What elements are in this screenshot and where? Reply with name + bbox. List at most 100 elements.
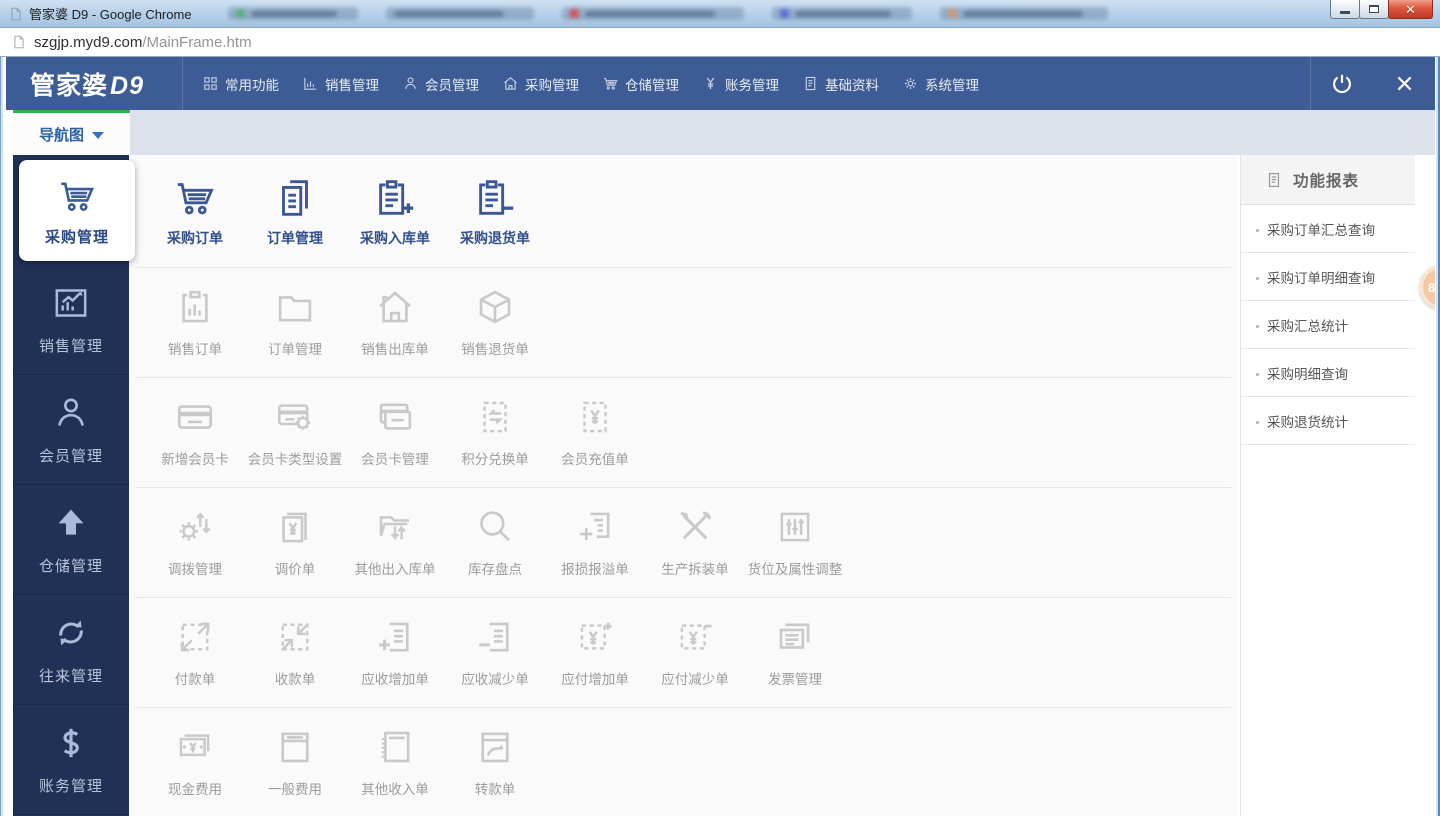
maximize-button[interactable] [1359,0,1389,19]
grid-row: 新增会员卡会员卡类型设置会员卡管理积分兑换单会员充值单 [129,377,1237,487]
reports-header: 功能报表 [1241,155,1415,205]
cart-icon [602,75,619,92]
grid-item[interactable]: 新增会员卡 [145,396,245,468]
report-link[interactable]: 采购明细查询 [1241,349,1415,397]
tab-navigation-map[interactable]: 导航图 [13,110,130,155]
nav-item-label: 会员管理 [425,74,479,94]
nav-item-yen[interactable]: 账务管理 [697,68,784,100]
magnifier-icon [474,506,516,548]
grid-item-label: 货位及属性调整 [748,558,843,578]
grid-item[interactable]: 采购入库单 [345,175,445,248]
grid-item[interactable]: 应收减少单 [445,616,545,688]
app-logo: 管家婆D9 [30,66,144,102]
grid-item-label: 订单管理 [268,338,322,358]
grid-item[interactable]: 应付减少单 [645,616,745,688]
grid-item[interactable]: 积分兑换单 [445,396,545,468]
module-sidebar: 采购管理销售管理会员管理仓储管理往来管理账务管理 [13,155,129,816]
close-window-button[interactable]: ✕ [1388,0,1433,19]
nav-item-label: 基础资料 [825,74,879,94]
arrowup-icon [51,503,91,543]
sidebar-item-arrowup[interactable]: 仓储管理 [13,485,129,595]
nav-item-person[interactable]: 会员管理 [397,68,484,100]
grid-item[interactable]: 订单管理 [245,286,345,358]
grid-item[interactable]: 会员充值单 [545,396,645,468]
floating-service-badge[interactable]: 81 [1420,265,1435,309]
folder-icon [274,286,316,328]
grid-item-label: 销售订单 [168,338,222,358]
logout-power-button[interactable] [1311,57,1373,110]
grid-item[interactable]: 会员卡管理 [345,396,445,468]
maximize-icon [1369,5,1379,13]
doc-add-icon [374,616,416,658]
grid-item[interactable]: 转款单 [445,726,545,798]
grid-item[interactable]: 其他收入单 [345,726,445,798]
sidebar-item-dollar[interactable]: 账务管理 [13,705,129,815]
nav-item-doc[interactable]: 基础资料 [797,68,884,100]
grid-item[interactable]: 应收增加单 [345,616,445,688]
grid-item[interactable]: 付款单 [145,616,245,688]
grid-item[interactable]: 货位及属性调整 [745,506,845,578]
sync-icon [51,613,91,653]
grid-item[interactable]: 生产拆装单 [645,506,745,578]
grid-item[interactable]: 采购退货单 [445,175,545,248]
grid-item-label: 销售出库单 [361,338,429,358]
nav-item-label: 销售管理 [325,74,379,94]
grid-item[interactable]: 报损报溢单 [545,506,645,578]
grid-item[interactable]: 收款单 [245,616,345,688]
function-grid: 采购订单订单管理采购入库单采购退货单销售订单订单管理销售出库单销售退货单新增会员… [129,155,1237,816]
grid-item-label: 调价单 [275,558,316,578]
grid-item[interactable]: 调价单 [245,506,345,578]
grid-item[interactable]: 库存盘点 [445,506,545,578]
grid-item[interactable]: 现金费用 [145,726,245,798]
report-link[interactable]: 采购退货统计 [1241,397,1415,445]
address-bar[interactable]: szgjp.myd9.com/MainFrame.htm [0,28,1440,57]
grid-item[interactable]: 发票管理 [745,616,845,688]
power-icon [1329,71,1355,97]
grid-item[interactable]: 一般费用 [245,726,345,798]
grid-item[interactable]: 订单管理 [245,175,345,248]
grid-item-label: 采购退货单 [460,228,530,248]
grid-item[interactable]: 销售退货单 [445,286,545,358]
blurred-browser-tabs[interactable] [228,5,1138,22]
grid-item-label: 采购入库单 [360,228,430,248]
gear-arrows-icon [174,506,216,548]
report-link[interactable]: 采购订单汇总查询 [1241,205,1415,253]
grid-item-label: 应收增加单 [361,668,429,688]
window-doc-icon [274,726,316,768]
grid-item-label: 积分兑换单 [461,448,529,468]
person-icon [51,393,91,433]
grid-item[interactable]: 销售出库单 [345,286,445,358]
grid-item[interactable]: 调拨管理 [145,506,245,578]
grid-item-label: 生产拆装单 [661,558,729,578]
grid-item-label: 付款单 [175,668,216,688]
nav-item-gear[interactable]: 系统管理 [897,68,984,100]
grid-item[interactable]: 采购订单 [145,175,245,248]
grid-item-label: 现金费用 [168,778,222,798]
nav-item-grid[interactable]: 常用功能 [197,68,284,100]
nav-item-home[interactable]: 采购管理 [497,68,584,100]
grid-item[interactable]: 应付增加单 [545,616,645,688]
sidebar-item-sync[interactable]: 往来管理 [13,595,129,705]
sidebar-item-person[interactable]: 会员管理 [13,375,129,485]
main-nav: 常用功能 销售管理 会员管理采购管理仓储管理账务管理 基础资料系统管理 [197,68,984,100]
sidebar-item-cart[interactable]: 采购管理 [13,155,129,265]
close-app-button[interactable] [1373,57,1435,110]
grid-item-label: 其他出入库单 [355,558,436,578]
grid-item-label: 销售退货单 [461,338,529,358]
reports-title: 功能报表 [1293,169,1359,191]
report-link[interactable]: 采购汇总统计 [1241,301,1415,349]
grid-item[interactable]: 销售订单 [145,286,245,358]
sidebar-active-card[interactable]: 采购管理 [19,160,135,261]
tabstrip-background [130,110,1435,155]
view-tabstrip: 导航图 [6,110,1435,155]
report-link[interactable]: 采购订单明细查询 [1241,253,1415,301]
grid-item[interactable]: 会员卡类型设置 [245,396,345,468]
receipt-yen-icon [574,396,616,438]
chevron-down-icon[interactable] [92,132,104,139]
minimize-button[interactable] [1330,0,1360,19]
report-doc-icon [1265,170,1283,190]
nav-item-cart[interactable]: 仓储管理 [597,68,684,100]
sidebar-item-chart[interactable]: 销售管理 [13,265,129,375]
grid-item[interactable]: 其他出入库单 [345,506,445,578]
nav-item-barchart[interactable]: 销售管理 [297,68,384,100]
